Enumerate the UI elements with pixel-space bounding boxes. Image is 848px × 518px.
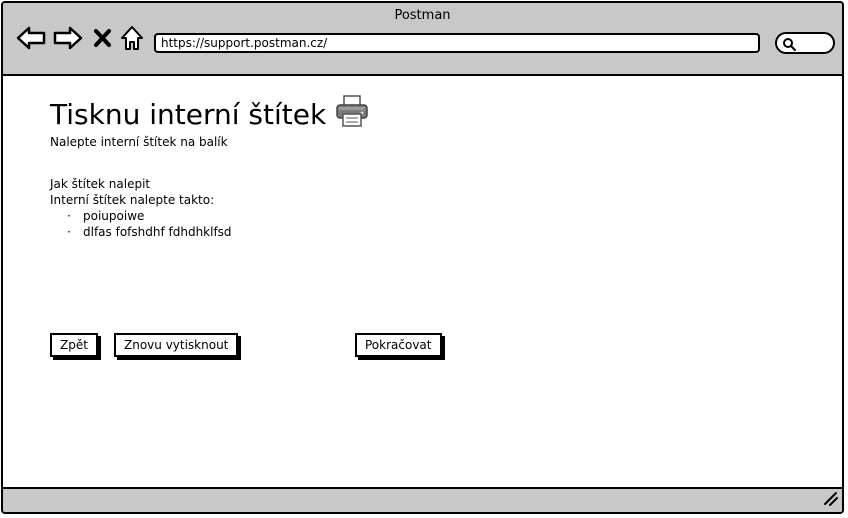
search-icon [783, 38, 796, 51]
printer-icon [335, 94, 369, 135]
back-button[interactable]: Zpět [50, 333, 98, 357]
browser-window: Postman https://support.postman.cz/ Tisk… [1, 1, 844, 514]
steps-list: poiupoiwe dlfas fofshdhf fdhdhklfsd [50, 208, 232, 240]
page-title: Tisknu interní štítek [50, 98, 327, 131]
page-subtitle: Nalepte interní štítek na balík [50, 135, 228, 149]
window-title: Postman [394, 8, 451, 23]
instructions-intro: Interní štítek nalepte takto: [50, 193, 215, 207]
continue-button[interactable]: Pokračovat [355, 333, 442, 357]
instructions-title: Jak štítek nalepit [50, 177, 151, 191]
browser-toolbar: Postman https://support.postman.cz/ [3, 3, 842, 76]
back-arrow-icon[interactable] [16, 25, 46, 51]
forward-arrow-icon[interactable] [53, 25, 83, 51]
address-bar[interactable]: https://support.postman.cz/ [154, 33, 760, 53]
search-box[interactable] [775, 32, 835, 54]
resize-handle-icon[interactable] [822, 490, 838, 510]
instructions: Jak štítek nalepit Interní štítek nalept… [50, 176, 232, 240]
close-icon[interactable] [93, 25, 113, 51]
list-item: poiupoiwe [67, 208, 232, 224]
list-item: dlfas fofshdhf fdhdhklfsd [67, 224, 232, 240]
home-icon[interactable] [119, 25, 145, 51]
reprint-button[interactable]: Znovu vytisknout [114, 333, 239, 357]
page-content: Tisknu interní štítek Nalepte interní št… [3, 76, 842, 487]
page-heading: Tisknu interní štítek [50, 94, 369, 135]
status-bar [3, 487, 842, 512]
